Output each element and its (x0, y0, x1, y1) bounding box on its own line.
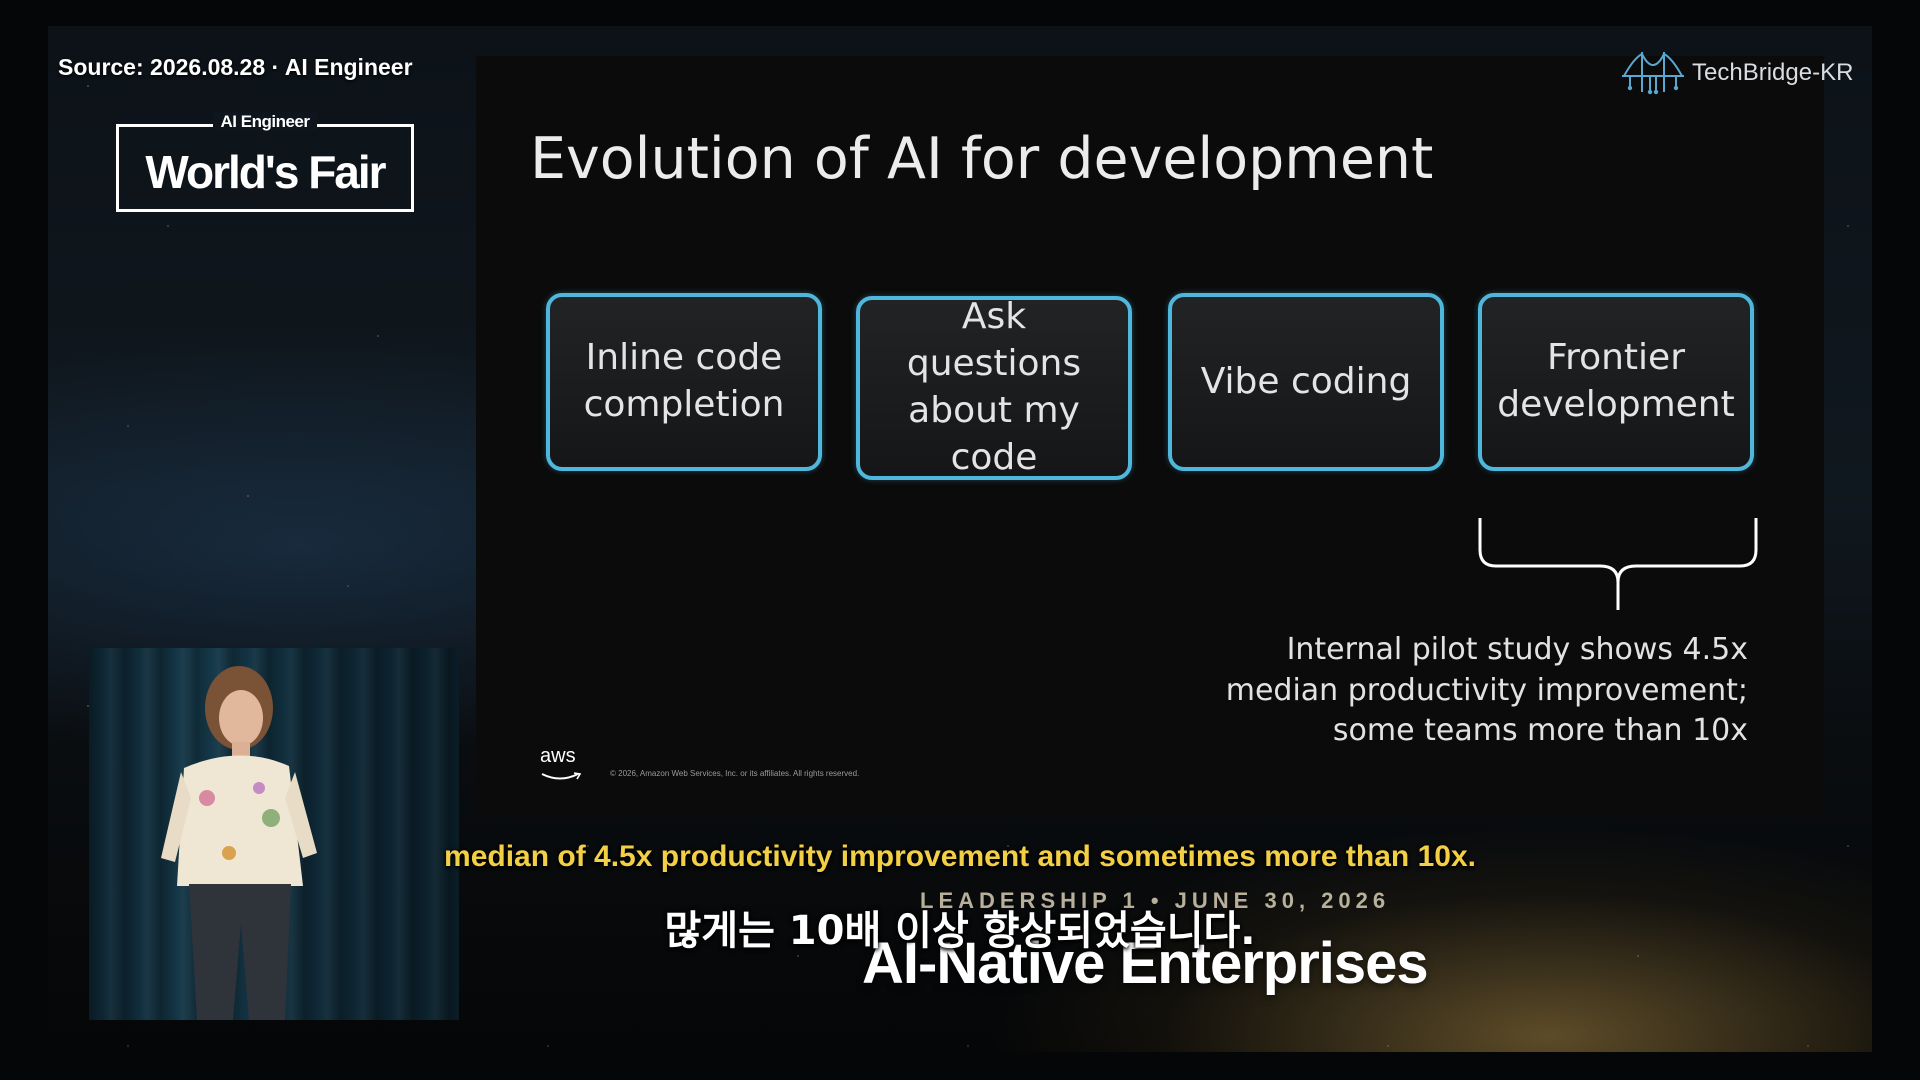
aws-logo: aws (540, 746, 582, 785)
slide-copyright: © 2026, Amazon Web Services, Inc. or its… (610, 769, 860, 778)
bracket-icon (1478, 518, 1758, 610)
channel-brand: TechBridge-KR (1620, 46, 1853, 100)
channel-name: TechBridge-KR (1692, 59, 1854, 86)
logo-small-text: AI Engineer (212, 112, 318, 131)
card-inline-code-completion: Inline code completion (546, 293, 822, 471)
card-vibe-coding: Vibe coding (1168, 293, 1444, 471)
bridge-icon (1622, 52, 1684, 95)
card-frontier-development: Frontier development (1478, 293, 1754, 471)
pilot-study-note: Internal pilot study shows 4.5x median p… (1225, 632, 1748, 748)
logo-big-text: World's Fair (145, 146, 386, 198)
presentation-slide: Evolution of AI for development Inline c… (476, 56, 1824, 814)
source-caption: Source: 2026.08.28 · AI Engineer (58, 54, 413, 80)
slide-title: Evolution of AI for development (530, 126, 1434, 192)
aws-smile-icon (541, 772, 582, 780)
speaker-figure (161, 666, 317, 1020)
speaker-video (89, 648, 459, 1020)
aws-logo-text: aws (540, 745, 576, 767)
subtitle-english: median of 4.5x productivity improvement … (444, 840, 1476, 873)
subtitle-korean: 많게는 10배 이상 향상되었습니다. (664, 908, 1256, 954)
worlds-fair-logo: AI Engineer World's Fair (116, 112, 414, 212)
card-ask-questions: Ask questions about my code (856, 296, 1132, 480)
